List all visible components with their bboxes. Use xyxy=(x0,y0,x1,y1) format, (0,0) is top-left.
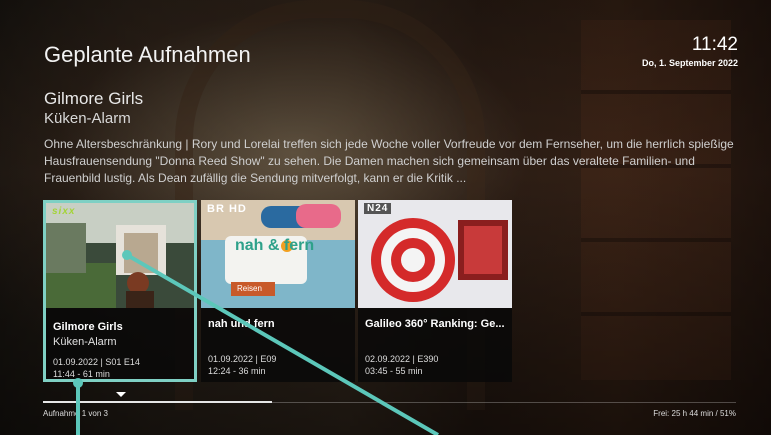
current-date: Do, 1. September 2022 xyxy=(641,58,738,68)
recording-date-episode: 01.09.2022 | S01 E14 xyxy=(53,357,140,367)
clock: 11:42 xyxy=(691,34,738,55)
channel-logo: N24 xyxy=(364,203,392,214)
recording-time-duration: 03:45 - 55 min xyxy=(365,366,423,376)
channel-logo: sixx xyxy=(52,206,76,217)
recording-time-duration: 11:44 - 61 min xyxy=(53,369,110,379)
recording-time-duration: 12:24 - 36 min xyxy=(208,366,266,376)
recording-title: Gilmore Girls xyxy=(53,321,123,333)
thumbnail-image xyxy=(46,203,194,308)
recording-card[interactable]: sixx Gilmore Girls Küken-Alarm 01.09.202… xyxy=(43,200,197,382)
thumbnail-show-logo: nah & fern xyxy=(235,237,315,254)
detail-episode-title: Küken-Alarm xyxy=(44,110,131,127)
recording-card[interactable]: N24 Galileo 360° Ranking: Ge... 02.09.20… xyxy=(358,200,512,382)
page-title: Geplante Aufnahmen xyxy=(44,42,251,67)
recording-title: nah und fern xyxy=(208,318,275,330)
list-progress-track xyxy=(43,401,736,403)
recording-thumbnail: N24 xyxy=(358,200,512,308)
recording-subtitle: Küken-Alarm xyxy=(53,336,117,348)
channel-logo: BR HD xyxy=(207,203,247,215)
recording-date-episode: 01.09.2022 | E09 xyxy=(208,354,277,364)
scroll-down-icon[interactable] xyxy=(116,392,126,397)
tv-screen: Geplante Aufnahmen 11:42 Do, 1. Septembe… xyxy=(0,0,771,435)
recording-date-episode: 02.09.2022 | E390 xyxy=(365,354,439,364)
thumbnail-image xyxy=(201,200,355,308)
recording-thumbnail: sixx xyxy=(46,203,194,311)
list-progress-fill xyxy=(43,401,272,403)
detail-show-title: Gilmore Girls xyxy=(44,89,144,108)
recording-card[interactable]: BR HD nah & fern Reisen nah und fern 01.… xyxy=(201,200,355,382)
thumbnail-image xyxy=(358,200,512,308)
detail-description: Ohne Altersbeschränkung | Rory und Lorel… xyxy=(44,137,734,185)
thumbnail-tag: Reisen xyxy=(237,284,262,293)
recording-counter: Aufnahme 1 von 3 xyxy=(43,409,108,418)
free-space-indicator: Frei: 25 h 44 min / 51% xyxy=(653,409,736,418)
recording-thumbnail: BR HD nah & fern Reisen xyxy=(201,200,355,308)
recording-title: Galileo 360° Ranking: Ge... xyxy=(365,318,505,330)
